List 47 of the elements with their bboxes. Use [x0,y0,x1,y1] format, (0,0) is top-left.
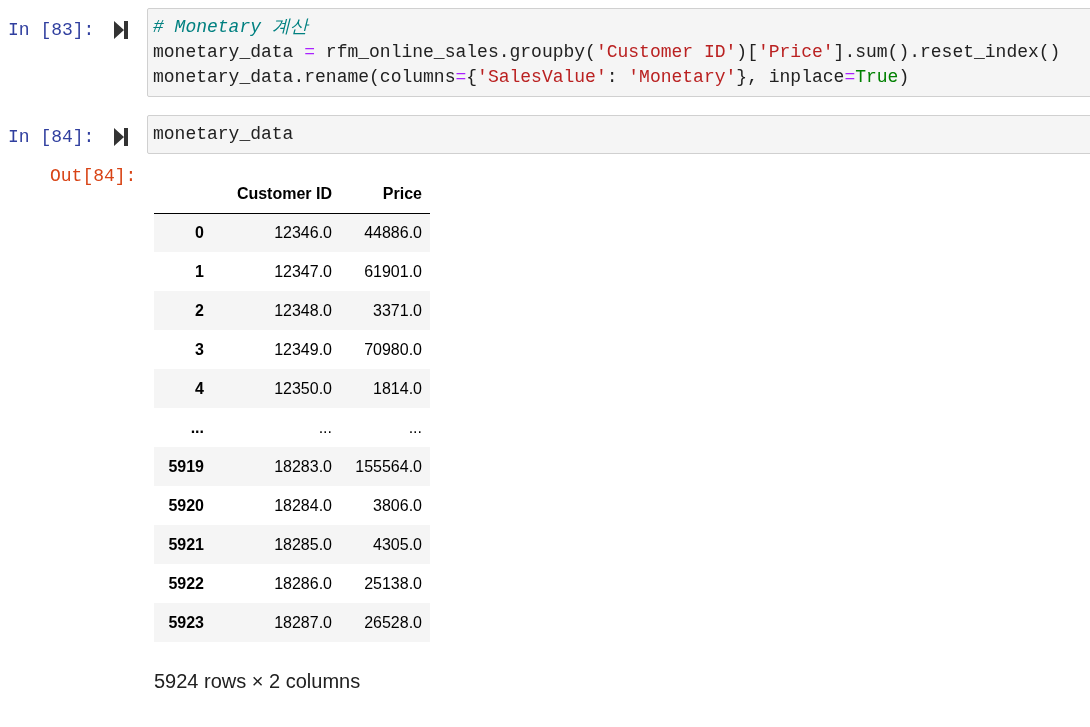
table-cell: 18287.0 [212,603,340,642]
code-cell[interactable]: monetary_data [147,115,1090,154]
table-cell: 18285.0 [212,525,340,564]
row-index: 5919 [154,447,212,486]
input-prompt: In [83]: [7,19,96,42]
table-cell: 18286.0 [212,564,340,603]
row-index: 2 [154,291,212,330]
row-index: 3 [154,330,212,369]
row-index: 1 [154,252,212,291]
table-cell: 12349.0 [212,330,340,369]
table-cell: 12350.0 [212,369,340,408]
row-index: 5920 [154,486,212,525]
input-prompt: In [84]: [7,126,96,149]
table-cell: 4305.0 [340,525,430,564]
row-index: ... [154,408,212,447]
code-line: monetary_data = rfm_online_sales.groupby('Customer ID')['Price'].sum().reset_index() [153,41,1062,64]
table-cell: 12347.0 [212,252,340,291]
row-index: 0 [154,213,212,252]
table-cell: ... [340,408,430,447]
table-cell: 44886.0 [340,213,430,252]
table-cell: 18284.0 [212,486,340,525]
table-cell: 25138.0 [340,564,430,603]
code-line: monetary_data.rename(columns={'SalesValue': 'Monetary'}, inplace=True) [153,66,911,89]
row-index: 5923 [154,603,212,642]
table-cell: 26528.0 [340,603,430,642]
row-index: 4 [154,369,212,408]
table-cell: 12346.0 [212,213,340,252]
table-cell: ... [212,408,340,447]
row-index: 5921 [154,525,212,564]
row-index: 5922 [154,564,212,603]
code-cell[interactable]: # Monetary 계산 monetary_data = rfm_online_sales.groupby('Customer ID')['Price'].sum().reset_index() monetary_data.rename(columns={'SalesValue': 'Monetary'}, inplace=True) [147,8,1090,97]
code-line: # Monetary 계산 [153,16,311,39]
output-prompt: Out[84]: [49,165,138,188]
table-cell: 3806.0 [340,486,430,525]
table-cell: 70980.0 [340,330,430,369]
code-line: monetary_data [153,123,295,146]
table-cell: 61901.0 [340,252,430,291]
table-shape-caption: 5924 rows × 2 columns [154,669,362,694]
run-icon[interactable] [114,21,128,39]
table-cell: 1814.0 [340,369,430,408]
column-header: Price [340,176,430,213]
table-cell: 12348.0 [212,291,340,330]
table-cell: 155564.0 [340,447,430,486]
column-header: Customer ID [212,176,340,213]
run-icon[interactable] [114,128,128,146]
table-cell: 18283.0 [212,447,340,486]
table-cell: 3371.0 [340,291,430,330]
